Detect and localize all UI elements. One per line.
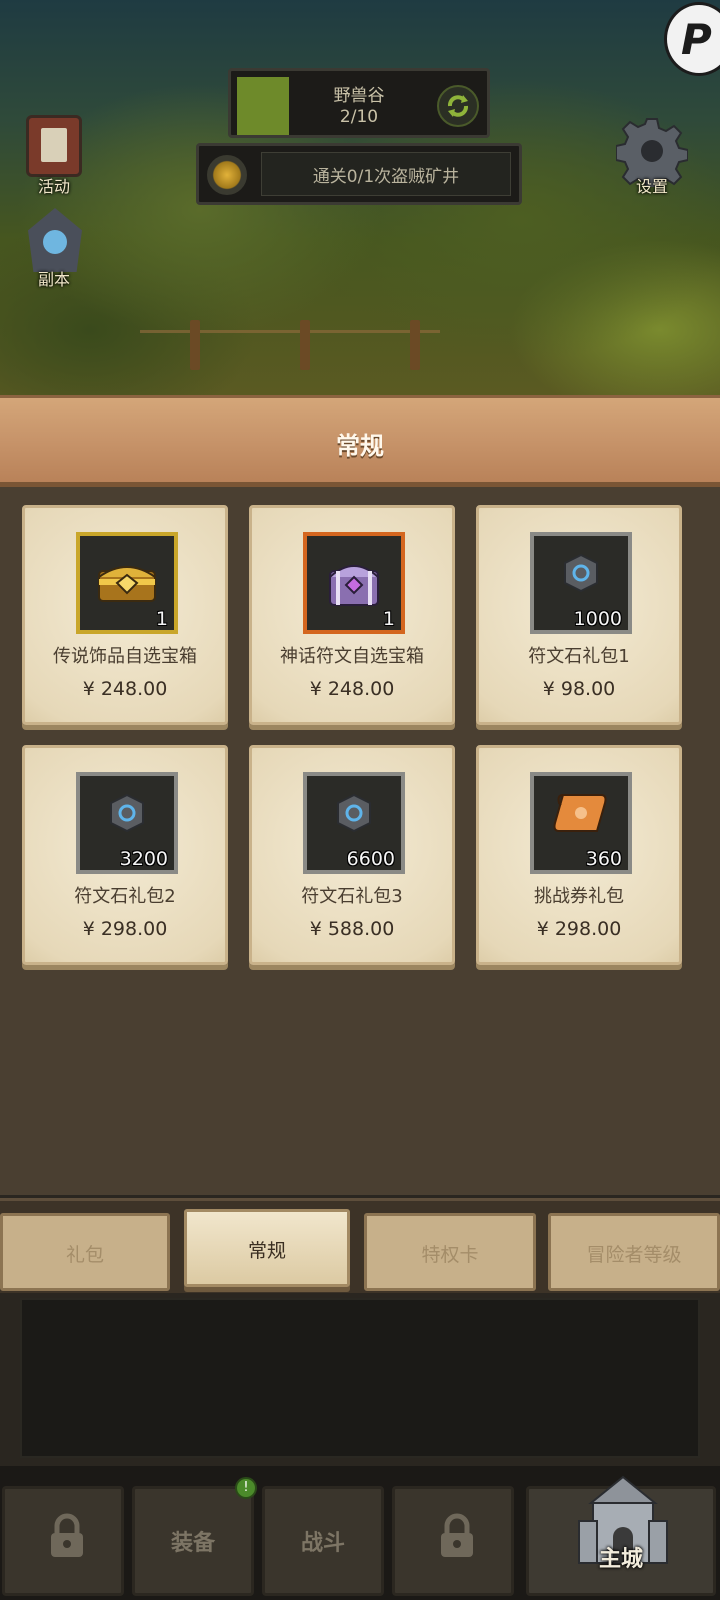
fence-post bbox=[300, 320, 310, 370]
lock-icon bbox=[47, 1513, 87, 1565]
item-price: ¥ 298.00 bbox=[82, 918, 168, 940]
item-frame: 3200 bbox=[76, 772, 178, 874]
item-quantity: 1 bbox=[155, 608, 168, 630]
item-price: ¥ 248.00 bbox=[82, 678, 168, 700]
fence-decoration bbox=[140, 330, 440, 370]
shop-item-card[interactable]: 1 神话符文自选宝箱 ¥ 248.00 bbox=[249, 505, 455, 725]
item-frame: 360 bbox=[530, 772, 632, 874]
purple-chest-icon bbox=[324, 553, 384, 613]
scroll-ticket-icon bbox=[553, 789, 609, 841]
shop-item-card[interactable]: 360 挑战券礼包 ¥ 298.00 bbox=[476, 745, 682, 965]
nav-locked-slot-2[interactable] bbox=[392, 1486, 514, 1596]
item-frame: 1 bbox=[303, 532, 405, 634]
shop-item-card[interactable]: 3200 符文石礼包2 ¥ 298.00 bbox=[22, 745, 228, 965]
item-quantity: 1 bbox=[382, 608, 395, 630]
notification-badge: ! bbox=[235, 1477, 257, 1499]
dungeon-button[interactable]: 副本 bbox=[14, 208, 94, 290]
bottom-nav: ! 装备 战斗 主城 bbox=[0, 1466, 720, 1600]
shop-item-card[interactable]: 1 传说饰品自选宝箱 ¥ 248.00 bbox=[22, 505, 228, 725]
quest-text: 通关0/1次盗贼矿井 bbox=[312, 167, 460, 187]
tab-adventurer-level[interactable]: 冒险者等级 bbox=[548, 1213, 720, 1291]
shop-item-card[interactable]: 1000 符文石礼包1 ¥ 98.00 bbox=[476, 505, 682, 725]
activity-button[interactable]: 活动 bbox=[14, 115, 94, 197]
shop-panel: 常规 1 传说饰品自选宝箱 ¥ 248.00 1 神话符文自选宝箱 ¥ 248.… bbox=[0, 395, 720, 1195]
stage-progress-box[interactable]: 野兽谷 2/10 bbox=[228, 68, 490, 138]
refresh-icon[interactable] bbox=[437, 85, 479, 127]
tab-label: 礼包 bbox=[65, 1244, 104, 1266]
item-name: 神话符文自选宝箱 bbox=[280, 646, 424, 667]
nav-battle[interactable]: 战斗 bbox=[262, 1486, 384, 1596]
shop-title: 常规 bbox=[336, 432, 384, 460]
corner-logo-icon[interactable]: P bbox=[664, 2, 720, 76]
rune-stone-icon bbox=[107, 793, 147, 837]
nav-main-city-label: 主城 bbox=[598, 1547, 643, 1572]
item-quantity: 3200 bbox=[119, 848, 168, 870]
rune-stone-icon bbox=[334, 793, 374, 837]
item-price: ¥ 298.00 bbox=[536, 918, 622, 940]
item-quantity: 6600 bbox=[346, 848, 395, 870]
dungeon-portal-icon bbox=[28, 208, 82, 272]
item-price: ¥ 98.00 bbox=[542, 678, 616, 700]
nav-main-city[interactable]: 主城 bbox=[526, 1475, 716, 1596]
settings-button[interactable]: 设置 bbox=[612, 115, 692, 197]
item-frame: 1000 bbox=[530, 532, 632, 634]
item-name: 挑战券礼包 bbox=[534, 886, 624, 907]
fence-post bbox=[410, 320, 420, 370]
golden-chest-icon bbox=[95, 557, 159, 609]
tab-gift-pack[interactable]: 礼包 bbox=[0, 1213, 170, 1291]
activity-book-icon bbox=[26, 115, 82, 177]
shop-item-card[interactable]: 6600 符文石礼包3 ¥ 588.00 bbox=[249, 745, 455, 965]
quest-coin-icon bbox=[207, 155, 247, 195]
tab-regular[interactable]: 常规 bbox=[184, 1209, 350, 1287]
item-quantity: 360 bbox=[585, 848, 622, 870]
nav-equipment-label: 装备 bbox=[170, 1531, 215, 1556]
item-price: ¥ 588.00 bbox=[309, 918, 395, 940]
item-name: 符文石礼包3 bbox=[301, 886, 403, 907]
tab-label: 常规 bbox=[247, 1240, 286, 1262]
game-scene: 野兽谷 2/10 通关0/1次盗贼矿井 活动 副本 设置 P bbox=[0, 0, 720, 400]
shop-header: 常规 bbox=[0, 395, 720, 487]
fence-post bbox=[190, 320, 200, 370]
item-frame: 1 bbox=[76, 532, 178, 634]
nav-locked-slot-1[interactable] bbox=[2, 1486, 124, 1596]
tab-label: 特权卡 bbox=[421, 1244, 479, 1266]
item-name: 符文石礼包2 bbox=[74, 886, 176, 907]
shop-tab-bar: 礼包 常规 特权卡 冒险者等级 bbox=[0, 1198, 720, 1293]
rune-stone-icon bbox=[561, 553, 601, 597]
item-frame: 6600 bbox=[303, 772, 405, 874]
dungeon-label: 副本 bbox=[37, 270, 70, 289]
lock-icon bbox=[437, 1513, 477, 1565]
item-name: 传说饰品自选宝箱 bbox=[53, 646, 197, 667]
nav-battle-label: 战斗 bbox=[300, 1531, 345, 1556]
settings-label: 设置 bbox=[635, 177, 668, 196]
item-quantity: 1000 bbox=[573, 608, 622, 630]
activity-label: 活动 bbox=[37, 177, 70, 196]
item-price: ¥ 248.00 bbox=[309, 678, 395, 700]
tab-privilege-card[interactable]: 特权卡 bbox=[364, 1213, 536, 1291]
tab-label: 冒险者等级 bbox=[586, 1244, 682, 1266]
item-name: 符文石礼包1 bbox=[528, 646, 630, 667]
lower-content-area bbox=[20, 1298, 700, 1458]
nav-equipment[interactable]: ! 装备 bbox=[132, 1477, 257, 1596]
quest-tracker[interactable]: 通关0/1次盗贼矿井 bbox=[196, 143, 522, 205]
